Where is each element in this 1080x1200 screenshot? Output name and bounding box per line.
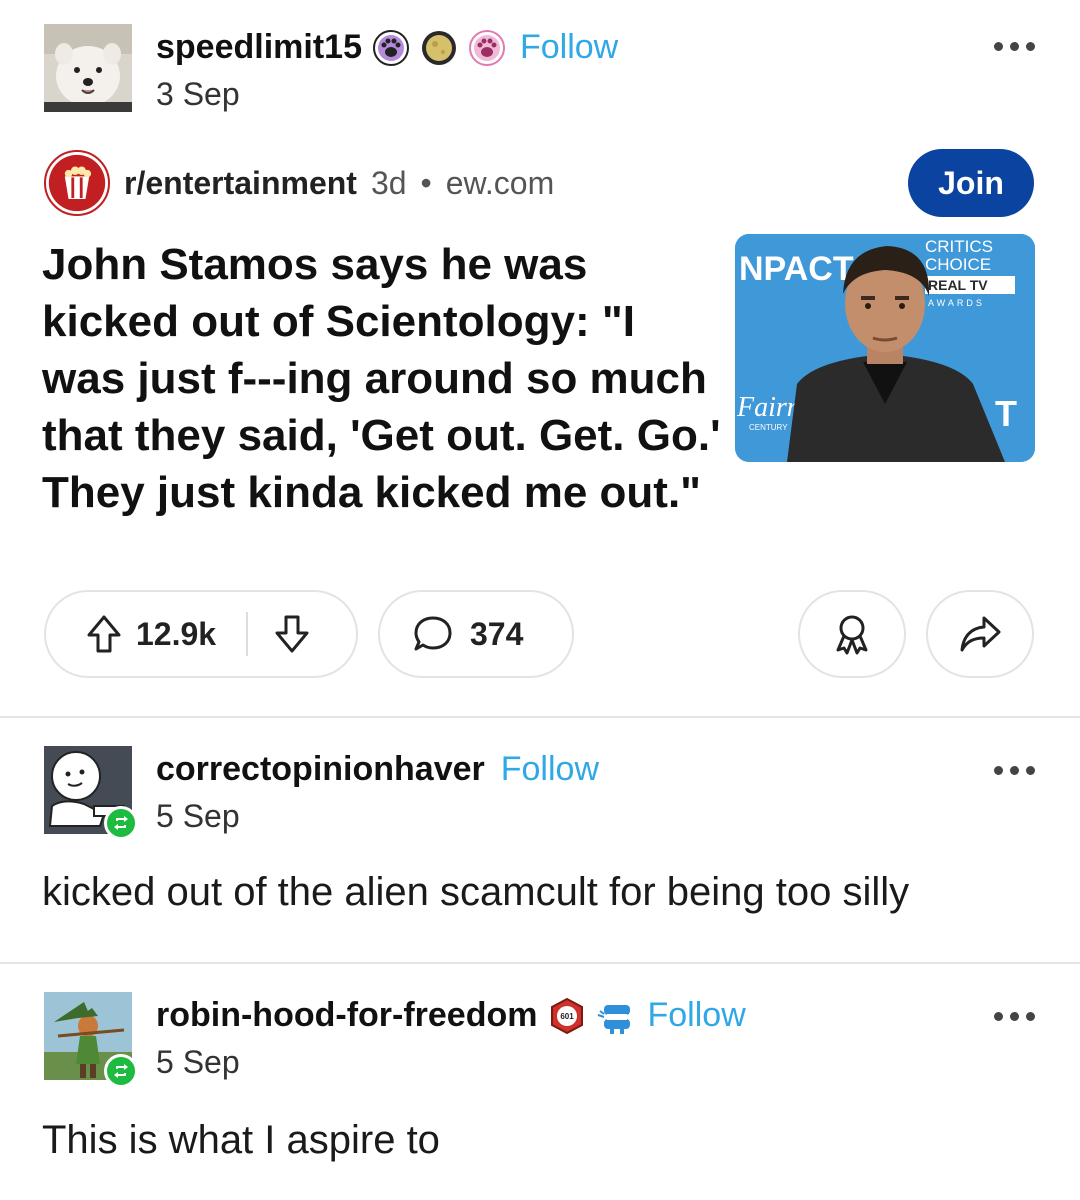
post-thumbnail[interactable]: NPACT CRITICS CHOICE REAL TV AWARDS Fair… xyxy=(735,234,1035,462)
more-options-icon[interactable] xyxy=(994,1012,1035,1021)
badge-601-text: 601 xyxy=(560,1012,574,1021)
thumbnail-small-text: CENTURY xyxy=(749,423,788,432)
thumbnail-logo: NPACT xyxy=(739,250,854,288)
comment-count: 374 xyxy=(470,615,524,652)
username[interactable]: robin-hood-for-freedom xyxy=(156,996,538,1035)
award-icon xyxy=(830,612,874,656)
post-divider xyxy=(0,962,1080,964)
share-button[interactable] xyxy=(926,590,1034,678)
share-arrow-icon xyxy=(958,614,1002,654)
downvote-icon[interactable] xyxy=(274,614,310,654)
upvote-icon[interactable] xyxy=(86,614,122,654)
more-options-icon[interactable] xyxy=(994,42,1035,51)
thumbnail-backdrop-2: CHOICE xyxy=(925,255,991,274)
meta-separator: • xyxy=(420,164,432,201)
source-domain[interactable]: ew.com xyxy=(446,165,554,202)
username[interactable]: correctopinionhaver xyxy=(156,750,485,789)
post-title[interactable]: John Stamos says he was kicked out of Sc… xyxy=(42,236,722,521)
reblog-badge-icon xyxy=(104,1054,138,1088)
popcorn-subreddit-icon[interactable] xyxy=(44,150,110,216)
follow-button[interactable]: Follow xyxy=(501,750,599,789)
reblog-badge-icon xyxy=(104,806,138,840)
follow-button[interactable]: Follow xyxy=(520,28,618,67)
vote-pill: 12.9k xyxy=(44,590,358,678)
wind-up-teeth-badge-icon[interactable] xyxy=(596,997,634,1035)
post-date: 5 Sep xyxy=(156,798,240,834)
post-divider xyxy=(0,716,1080,718)
more-options-icon[interactable] xyxy=(994,766,1035,775)
post-age: 3d xyxy=(370,164,407,201)
subreddit-name[interactable]: r/entertainment xyxy=(124,165,357,202)
upvote-count: 12.9k xyxy=(136,615,217,652)
thumbnail-backdrop-3: REAL TV xyxy=(928,277,988,293)
award-button[interactable] xyxy=(798,590,906,678)
thumbnail-edge-letter: T xyxy=(995,393,1017,434)
post-date: 3 Sep xyxy=(156,76,240,112)
comments-button[interactable]: 374 xyxy=(378,590,574,678)
thumbnail-backdrop-1: CRITICS xyxy=(925,237,993,256)
post-text: This is what I aspire to xyxy=(42,1118,440,1162)
avatar-speedlimit15[interactable] xyxy=(44,24,132,112)
thumbnail-backdrop-4: AWARDS xyxy=(928,298,985,308)
hexagon-601-badge-icon[interactable]: 601 xyxy=(548,997,586,1035)
follow-button[interactable]: Follow xyxy=(648,996,746,1035)
join-button[interactable]: Join xyxy=(908,149,1034,217)
post-date: 5 Sep xyxy=(156,1044,240,1080)
username[interactable]: speedlimit15 xyxy=(156,28,362,67)
comment-bubble-icon xyxy=(412,614,454,654)
subreddit-row: r/entertainment 3d • ew.com xyxy=(44,150,554,216)
paw-badge-icon[interactable] xyxy=(372,29,410,67)
post-text: kicked out of the alien scamcult for bei… xyxy=(42,870,910,914)
paw-badge-pink-icon[interactable] xyxy=(468,29,506,67)
moon-badge-icon[interactable] xyxy=(420,29,458,67)
